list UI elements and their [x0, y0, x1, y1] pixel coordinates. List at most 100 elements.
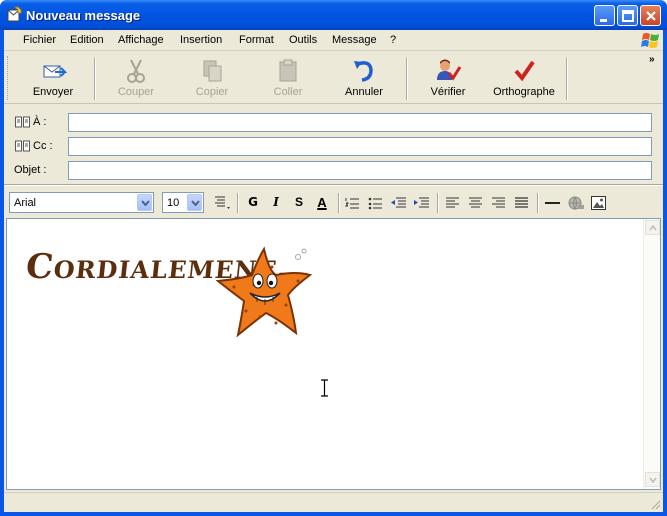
- toolbar-separator: [94, 58, 96, 100]
- numbered-list-button[interactable]: [344, 195, 362, 211]
- resize-grip-icon[interactable]: [649, 498, 661, 510]
- paste-label: Coller: [273, 86, 303, 98]
- globe-link-icon: [568, 196, 584, 211]
- numbered-list-icon: [345, 198, 359, 209]
- maximize-button[interactable]: [617, 5, 638, 26]
- font-select[interactable]: Arial: [9, 192, 154, 213]
- cc-field[interactable]: [68, 137, 652, 156]
- message-headers: À : Cc : Objet :: [4, 105, 663, 183]
- maximize-icon: [622, 10, 634, 22]
- check-names-button[interactable]: Vérifier: [414, 56, 482, 102]
- address-book-icon[interactable]: [15, 116, 30, 128]
- menu-affichage[interactable]: Affichage: [118, 34, 164, 46]
- format-separator: [537, 193, 539, 213]
- menu-fichier[interactable]: Fichier: [23, 34, 56, 46]
- paste-icon: [279, 59, 297, 82]
- check-names-icon: [437, 59, 462, 81]
- font-dropdown-button[interactable]: [137, 194, 152, 211]
- menu-bar: Fichier Edition Affichage Insertion Form…: [4, 30, 663, 51]
- close-icon: [646, 11, 656, 21]
- copy-label: Copier: [195, 86, 229, 98]
- address-book-icon[interactable]: [15, 140, 30, 152]
- cc-label[interactable]: Cc :: [33, 140, 53, 152]
- paragraph-style-icon: [215, 196, 230, 209]
- font-size-value: 10: [167, 197, 180, 209]
- menu-edition[interactable]: Edition: [70, 34, 104, 46]
- cut-button[interactable]: Couper: [102, 56, 170, 102]
- align-left-button[interactable]: [444, 195, 462, 211]
- cut-label: Couper: [117, 86, 155, 98]
- chevron-down-icon: [649, 477, 657, 483]
- toolbar-grip[interactable]: [7, 56, 10, 100]
- headers-divider: [4, 184, 663, 186]
- window-client-area: Fichier Edition Affichage Insertion Form…: [4, 30, 663, 512]
- send-label: Envoyer: [32, 86, 74, 98]
- scroll-down-button[interactable]: [645, 472, 660, 487]
- bold-button[interactable]: G: [244, 195, 262, 211]
- to-field[interactable]: [68, 113, 652, 132]
- justify-icon: [515, 197, 528, 208]
- vertical-scrollbar[interactable]: [643, 219, 660, 489]
- toolbar-overflow-icon[interactable]: »: [649, 54, 655, 65]
- menu-outils[interactable]: Outils: [289, 34, 317, 46]
- increase-indent-icon: [414, 197, 429, 208]
- paste-button[interactable]: Coller: [254, 56, 322, 102]
- horizontal-line-button[interactable]: [544, 195, 562, 211]
- starfish-image: [216, 246, 312, 337]
- underline-button[interactable]: S: [290, 195, 308, 211]
- menu-message[interactable]: Message: [332, 34, 377, 46]
- align-center-button[interactable]: [467, 195, 485, 211]
- spellcheck-icon: [514, 60, 535, 82]
- status-bar: [4, 492, 663, 512]
- chevron-down-icon: [191, 200, 200, 206]
- to-label[interactable]: À :: [33, 116, 46, 128]
- toolbar-separator: [566, 58, 568, 100]
- format-separator: [338, 193, 340, 213]
- spelling-button[interactable]: Orthographe: [488, 56, 560, 102]
- message-body-editor[interactable]: Cordialement,: [6, 218, 661, 490]
- insert-picture-button[interactable]: [590, 195, 608, 211]
- font-size-dropdown-button[interactable]: [187, 194, 202, 211]
- bullet-list-button[interactable]: [367, 195, 385, 211]
- paragraph-style-button[interactable]: [212, 195, 234, 211]
- check-names-label: Vérifier: [430, 86, 466, 98]
- align-right-button[interactable]: [490, 195, 508, 211]
- copy-icon: [203, 60, 222, 82]
- subject-field[interactable]: [68, 161, 652, 180]
- menu-insertion[interactable]: Insertion: [180, 34, 222, 46]
- decrease-indent-button[interactable]: [390, 195, 408, 211]
- undo-button[interactable]: Annuler: [330, 56, 398, 102]
- spelling-label: Orthographe: [493, 86, 555, 98]
- send-button[interactable]: Envoyer: [18, 56, 88, 102]
- compose-window: Nouveau message Fichier Edition Affichag…: [0, 0, 667, 516]
- subject-label: Objet :: [14, 164, 47, 176]
- send-icon: [43, 65, 67, 78]
- font-size-select[interactable]: 10: [162, 192, 204, 213]
- align-right-icon: [492, 197, 505, 208]
- insert-link-button[interactable]: [567, 195, 585, 211]
- new-message-icon: [7, 6, 22, 22]
- scroll-up-button[interactable]: [645, 220, 660, 235]
- close-button[interactable]: [640, 5, 661, 26]
- undo-label: Annuler: [345, 86, 383, 98]
- picture-icon: [591, 196, 606, 210]
- font-value: Arial: [14, 197, 37, 209]
- chevron-up-icon: [649, 225, 657, 231]
- increase-indent-button[interactable]: [413, 195, 431, 211]
- copy-button[interactable]: Copier: [178, 56, 246, 102]
- menu-help[interactable]: ?: [390, 34, 396, 46]
- font-color-button[interactable]: A: [312, 195, 332, 211]
- format-separator: [437, 193, 439, 213]
- justify-button[interactable]: [513, 195, 531, 211]
- cc-row: Cc :: [4, 135, 663, 159]
- chevron-down-icon: [141, 200, 150, 206]
- decrease-indent-icon: [391, 197, 406, 208]
- menu-format[interactable]: Format: [239, 34, 274, 46]
- bullet-list-icon: [368, 197, 382, 210]
- minimize-button[interactable]: [594, 5, 615, 26]
- to-row: À :: [4, 111, 663, 135]
- toolbar-separator: [406, 58, 408, 100]
- italic-button[interactable]: I: [267, 195, 285, 211]
- horizontal-line-icon: [545, 202, 560, 204]
- subject-row: Objet :: [4, 159, 663, 183]
